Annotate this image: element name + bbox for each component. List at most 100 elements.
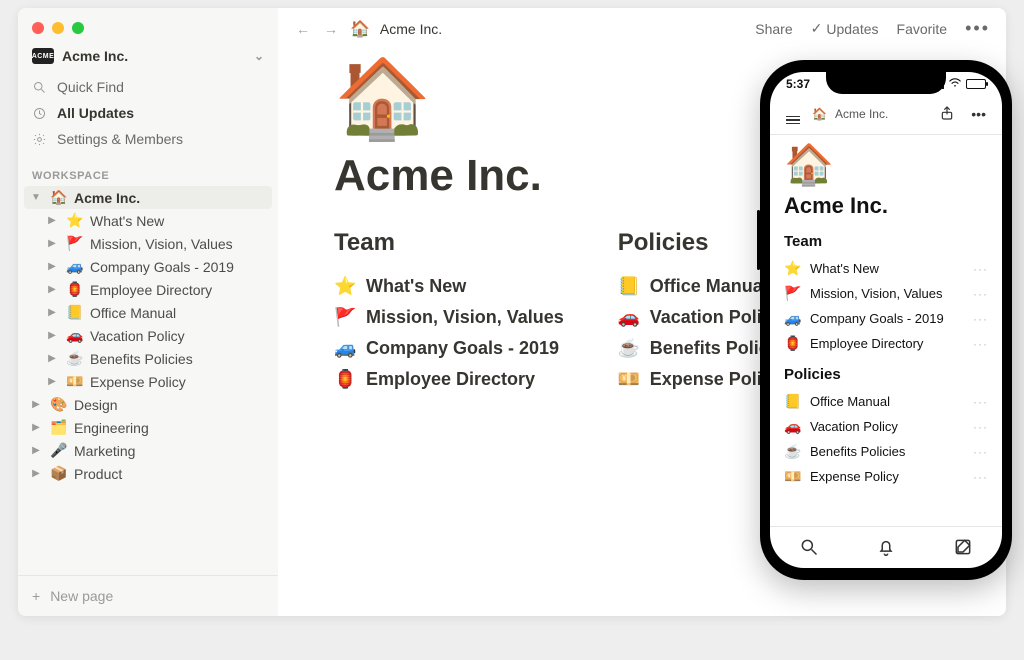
chevron-right-icon[interactable] — [44, 353, 60, 364]
column-team: Team ⭐What's New 🚩Mission, Vision, Value… — [334, 229, 564, 395]
page-link[interactable]: ⭐What's New — [334, 271, 564, 302]
page-link-icon: ⭐ — [784, 260, 802, 277]
chevron-right-icon[interactable] — [44, 238, 60, 249]
tree-item-label: Mission, Vision, Values — [90, 236, 233, 252]
plus-icon: + — [32, 588, 40, 604]
phone-page-link[interactable]: 🚙Company Goals - 2019··· — [784, 306, 988, 331]
tree-item[interactable]: 💴Expense Policy — [40, 370, 272, 393]
phone-page-title[interactable]: Acme Inc. — [784, 193, 988, 219]
updates-button[interactable]: ✓ Updates — [811, 20, 879, 37]
new-page-button[interactable]: + New page — [18, 575, 278, 616]
tree-root-acme[interactable]: 🏠 Acme Inc. — [24, 186, 272, 209]
phone-page-emoji[interactable]: 🏠 — [784, 145, 988, 185]
page-link-label: Benefits Policies — [810, 444, 905, 459]
page-link-label: Office Manual — [650, 276, 768, 297]
phone-page-link[interactable]: 🚗Vacation Policy··· — [784, 414, 988, 439]
page-link-label: Office Manual — [810, 394, 890, 409]
chevron-right-icon[interactable] — [44, 307, 60, 318]
page-link-label: Vacation Policy — [810, 419, 898, 434]
page-link-icon: 💴 — [784, 468, 802, 485]
chevron-right-icon[interactable] — [28, 468, 44, 479]
phone-page-link[interactable]: 🏮Employee Directory··· — [784, 331, 988, 356]
tree-item[interactable]: 📒Office Manual — [40, 301, 272, 324]
window-controls — [18, 8, 278, 44]
clock-icon — [32, 106, 47, 121]
all-updates-button[interactable]: All Updates — [18, 100, 278, 126]
page-icon: 📦 — [50, 465, 68, 482]
topbar: ← → 🏠 Acme Inc. Share ✓ Updates Favorite… — [278, 8, 1006, 49]
page-link[interactable]: 🏮Employee Directory — [334, 364, 564, 395]
chevron-right-icon[interactable] — [44, 376, 60, 387]
share-button[interactable]: Share — [755, 21, 792, 37]
tree-item-label: Office Manual — [90, 305, 176, 321]
nav-forward-button[interactable]: → — [322, 21, 340, 37]
phone-breadcrumb[interactable]: Acme Inc. — [835, 107, 888, 121]
phone-page-link[interactable]: ☕Benefits Policies··· — [784, 439, 988, 464]
nav-back-button[interactable]: ← — [294, 21, 312, 37]
tree-item[interactable]: 🚗Vacation Policy — [40, 324, 272, 347]
phone-page-link[interactable]: 🚩Mission, Vision, Values··· — [784, 281, 988, 306]
page-link[interactable]: 🚙Company Goals - 2019 — [334, 333, 564, 364]
chevron-right-icon[interactable] — [28, 399, 44, 410]
tree-item[interactable]: 🚙Company Goals - 2019 — [40, 255, 272, 278]
breadcrumb[interactable]: Acme Inc. — [380, 21, 442, 37]
phone-screen: 5:37 🏠 Acme Inc. ••• 🏠 Acme — [770, 72, 1002, 568]
phone-page-link[interactable]: 📒Office Manual··· — [784, 389, 988, 414]
chevron-right-icon[interactable] — [28, 422, 44, 433]
tree-item-product[interactable]: 📦Product — [24, 462, 272, 485]
chevron-down-icon[interactable] — [28, 192, 44, 203]
tree-item[interactable]: 🚩Mission, Vision, Values — [40, 232, 272, 255]
phone-share-button[interactable] — [935, 103, 959, 126]
workspace-switcher[interactable]: ACME Acme Inc. ⌄ — [18, 44, 278, 68]
favorite-button[interactable]: Favorite — [897, 21, 948, 37]
tree-item-label: Benefits Policies — [90, 351, 193, 367]
tree-item[interactable]: 🏮Employee Directory — [40, 278, 272, 301]
row-more-icon[interactable]: ··· — [973, 395, 988, 409]
tree-item-label: What's New — [90, 213, 164, 229]
compose-icon — [953, 537, 973, 557]
page-link[interactable]: 🚩Mission, Vision, Values — [334, 302, 564, 333]
chevron-right-icon[interactable] — [44, 261, 60, 272]
row-more-icon[interactable]: ··· — [973, 420, 988, 434]
page-link-label: Expense Policy — [810, 469, 899, 484]
chevron-right-icon[interactable] — [44, 330, 60, 341]
row-more-icon[interactable]: ··· — [973, 312, 988, 326]
minimize-traffic-light[interactable] — [52, 22, 64, 34]
page-link-label: Mission, Vision, Values — [810, 286, 942, 301]
chevron-right-icon[interactable] — [44, 284, 60, 295]
all-updates-label: All Updates — [57, 105, 134, 121]
row-more-icon[interactable]: ··· — [973, 287, 988, 301]
tree-item-design[interactable]: 🎨Design — [24, 393, 272, 416]
page-icon: 🗂️ — [50, 419, 68, 436]
settings-button[interactable]: Settings & Members — [18, 126, 278, 152]
tree-item-engineering[interactable]: 🗂️Engineering — [24, 416, 272, 439]
zoom-traffic-light[interactable] — [72, 22, 84, 34]
more-button[interactable]: ••• — [965, 18, 990, 39]
phone-page-link[interactable]: ⭐What's New··· — [784, 256, 988, 281]
row-more-icon[interactable]: ··· — [973, 445, 988, 459]
tree-item[interactable]: ⭐ What's New — [40, 209, 272, 232]
phone-more-button[interactable]: ••• — [967, 104, 990, 124]
row-more-icon[interactable]: ··· — [973, 262, 988, 276]
phone-page-link[interactable]: 💴 Expense Policy ··· — [784, 464, 988, 489]
chevron-right-icon[interactable] — [44, 215, 60, 226]
tree-item[interactable]: ☕Benefits Policies — [40, 347, 272, 370]
page-icon: ⭐ — [66, 212, 84, 229]
share-icon — [939, 105, 955, 121]
page-icon: 💴 — [66, 373, 84, 390]
quick-find-button[interactable]: Quick Find — [18, 74, 278, 100]
tree-item-label: Employee Directory — [90, 282, 212, 298]
new-page-label: New page — [50, 588, 113, 604]
chevron-right-icon[interactable] — [28, 445, 44, 456]
tree-item-label: Vacation Policy — [90, 328, 185, 344]
phone-menu-button[interactable] — [782, 102, 804, 126]
row-more-icon[interactable]: ··· — [973, 337, 988, 351]
phone-section-heading: Policies — [784, 366, 988, 383]
phone-notifications-button[interactable] — [876, 537, 896, 560]
page-link-icon: ⭐ — [334, 276, 356, 297]
row-more-icon[interactable]: ··· — [973, 470, 988, 484]
close-traffic-light[interactable] — [32, 22, 44, 34]
tree-item-marketing[interactable]: 🎤Marketing — [24, 439, 272, 462]
phone-compose-button[interactable] — [953, 537, 973, 560]
phone-search-button[interactable] — [799, 537, 819, 560]
